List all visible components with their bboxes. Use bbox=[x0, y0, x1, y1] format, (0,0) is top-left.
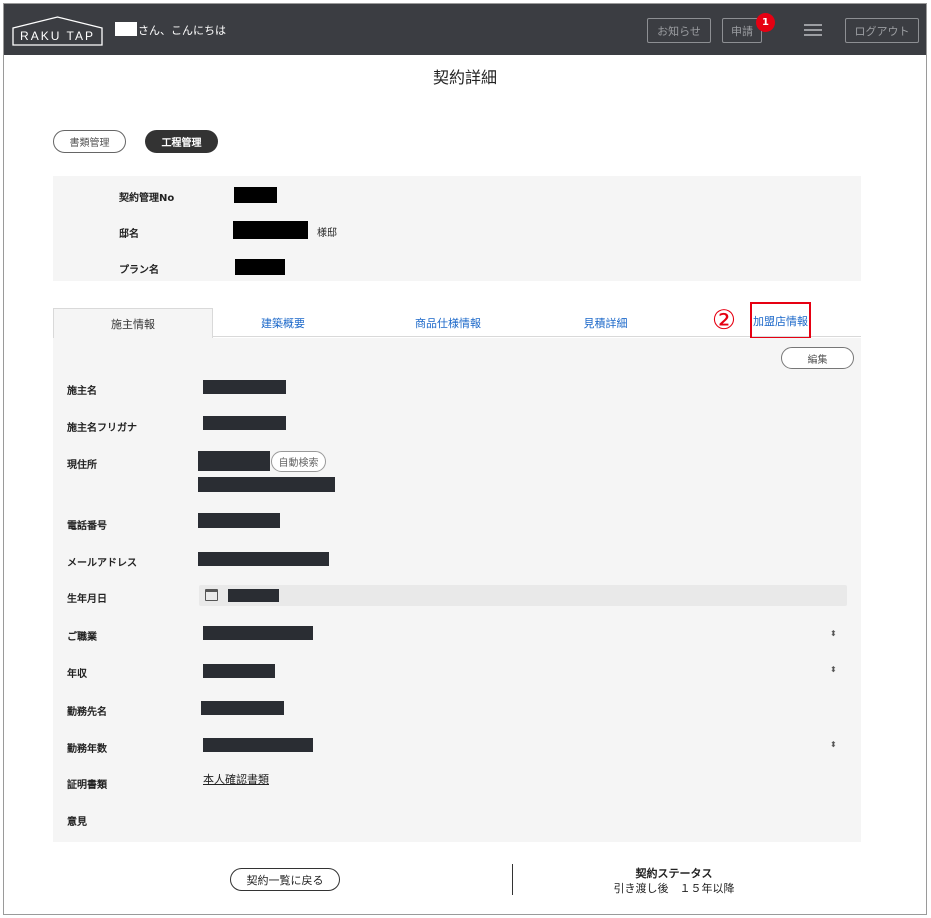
logout-button[interactable]: ログアウト bbox=[845, 18, 919, 43]
process-management-button[interactable]: 工程管理 bbox=[145, 130, 218, 153]
years-employed-value-redacted[interactable] bbox=[203, 738, 313, 752]
tab-owner-info[interactable]: 施主情報 bbox=[53, 308, 213, 338]
address-label: 現住所 bbox=[67, 460, 97, 471]
step-number-marker: ② bbox=[711, 305, 737, 336]
tab-building-overview[interactable]: 建築概要 bbox=[233, 308, 333, 337]
greeting-text: さん、こんにちは bbox=[138, 24, 226, 37]
user-name-redacted bbox=[115, 22, 137, 36]
phone-label: 電話番号 bbox=[67, 521, 107, 532]
tab-franchise-info[interactable]: 加盟店情報 bbox=[750, 302, 811, 339]
app-window: RAKU TAP さん、こんにちは お知らせ 申請 1 ログアウト 契約詳細 書… bbox=[3, 3, 927, 915]
email-value-redacted[interactable] bbox=[198, 552, 329, 566]
opinion-label: 意見 bbox=[67, 817, 87, 828]
occupation-select-arrow-icon[interactable]: ⬍ bbox=[830, 630, 837, 638]
owner-kana-value-redacted bbox=[203, 416, 286, 430]
owner-name-value-redacted bbox=[203, 380, 286, 394]
contract-no-value-redacted bbox=[234, 187, 277, 203]
menu-icon[interactable] bbox=[804, 24, 822, 37]
id-documents-label: 証明書類 bbox=[67, 780, 107, 791]
house-name-suffix: 様邸 bbox=[317, 228, 337, 239]
contract-no-label: 契約管理No bbox=[119, 193, 175, 204]
raku-tap-logo[interactable]: RAKU TAP bbox=[12, 16, 103, 46]
owner-name-label: 施主名 bbox=[67, 386, 97, 397]
apply-count-badge: 1 bbox=[756, 13, 775, 32]
news-button[interactable]: お知らせ bbox=[647, 18, 711, 43]
birthdate-label: 生年月日 bbox=[67, 594, 107, 605]
employer-label: 勤務先名 bbox=[67, 707, 107, 718]
calendar-icon[interactable] bbox=[205, 589, 218, 601]
footer-divider bbox=[512, 864, 513, 895]
years-employed-select-arrow-icon[interactable]: ⬍ bbox=[830, 741, 837, 749]
income-label: 年収 bbox=[67, 669, 87, 680]
contract-status-title: 契約ステータス bbox=[635, 867, 713, 880]
plan-name-label: プラン名 bbox=[119, 265, 159, 276]
house-name-label: 邸名 bbox=[119, 229, 139, 240]
email-label: メールアドレス bbox=[67, 558, 137, 569]
contract-summary-panel: 契約管理No 邸名 様邸 プラン名 bbox=[53, 176, 861, 281]
income-value-redacted[interactable] bbox=[203, 664, 275, 678]
auto-search-button[interactable]: 自動検索 bbox=[271, 451, 326, 472]
income-select-arrow-icon[interactable]: ⬍ bbox=[830, 666, 837, 674]
owner-kana-label: 施主名フリガナ bbox=[67, 423, 137, 434]
birthdate-field[interactable] bbox=[199, 585, 847, 606]
page-title: 契約詳細 bbox=[432, 68, 497, 87]
contract-status-value: 引き渡し後 １５年以降 bbox=[613, 882, 735, 895]
years-employed-label: 勤務年数 bbox=[67, 744, 107, 755]
house-name-value-redacted bbox=[233, 221, 308, 239]
back-to-contract-list-button[interactable]: 契約一覧に戻る bbox=[230, 868, 340, 891]
top-header: RAKU TAP さん、こんにちは お知らせ 申請 1 ログアウト bbox=[4, 4, 926, 55]
owner-info-panel: 編集 施主名 施主名フリガナ 現住所 自動検索 電話番号 メールアドレス 生年月… bbox=[53, 338, 861, 842]
logo-text: RAKU TAP bbox=[20, 29, 95, 43]
address-value-redacted[interactable] bbox=[198, 477, 335, 492]
birthdate-value-redacted bbox=[228, 589, 279, 602]
id-documents-link[interactable]: 本人確認書類 bbox=[203, 771, 269, 787]
postal-code-value-redacted[interactable] bbox=[198, 451, 270, 471]
occupation-value-redacted[interactable] bbox=[203, 626, 313, 640]
phone-value-redacted[interactable] bbox=[198, 513, 280, 528]
tab-product-spec[interactable]: 商品仕様情報 bbox=[393, 308, 503, 337]
document-management-button[interactable]: 書類管理 bbox=[53, 130, 126, 153]
employer-value-redacted[interactable] bbox=[201, 701, 284, 715]
edit-button[interactable]: 編集 bbox=[781, 347, 854, 369]
occupation-label: ご職業 bbox=[67, 632, 97, 643]
plan-name-value-redacted bbox=[235, 259, 285, 275]
tab-estimate-detail[interactable]: 見積詳細 bbox=[558, 308, 653, 337]
